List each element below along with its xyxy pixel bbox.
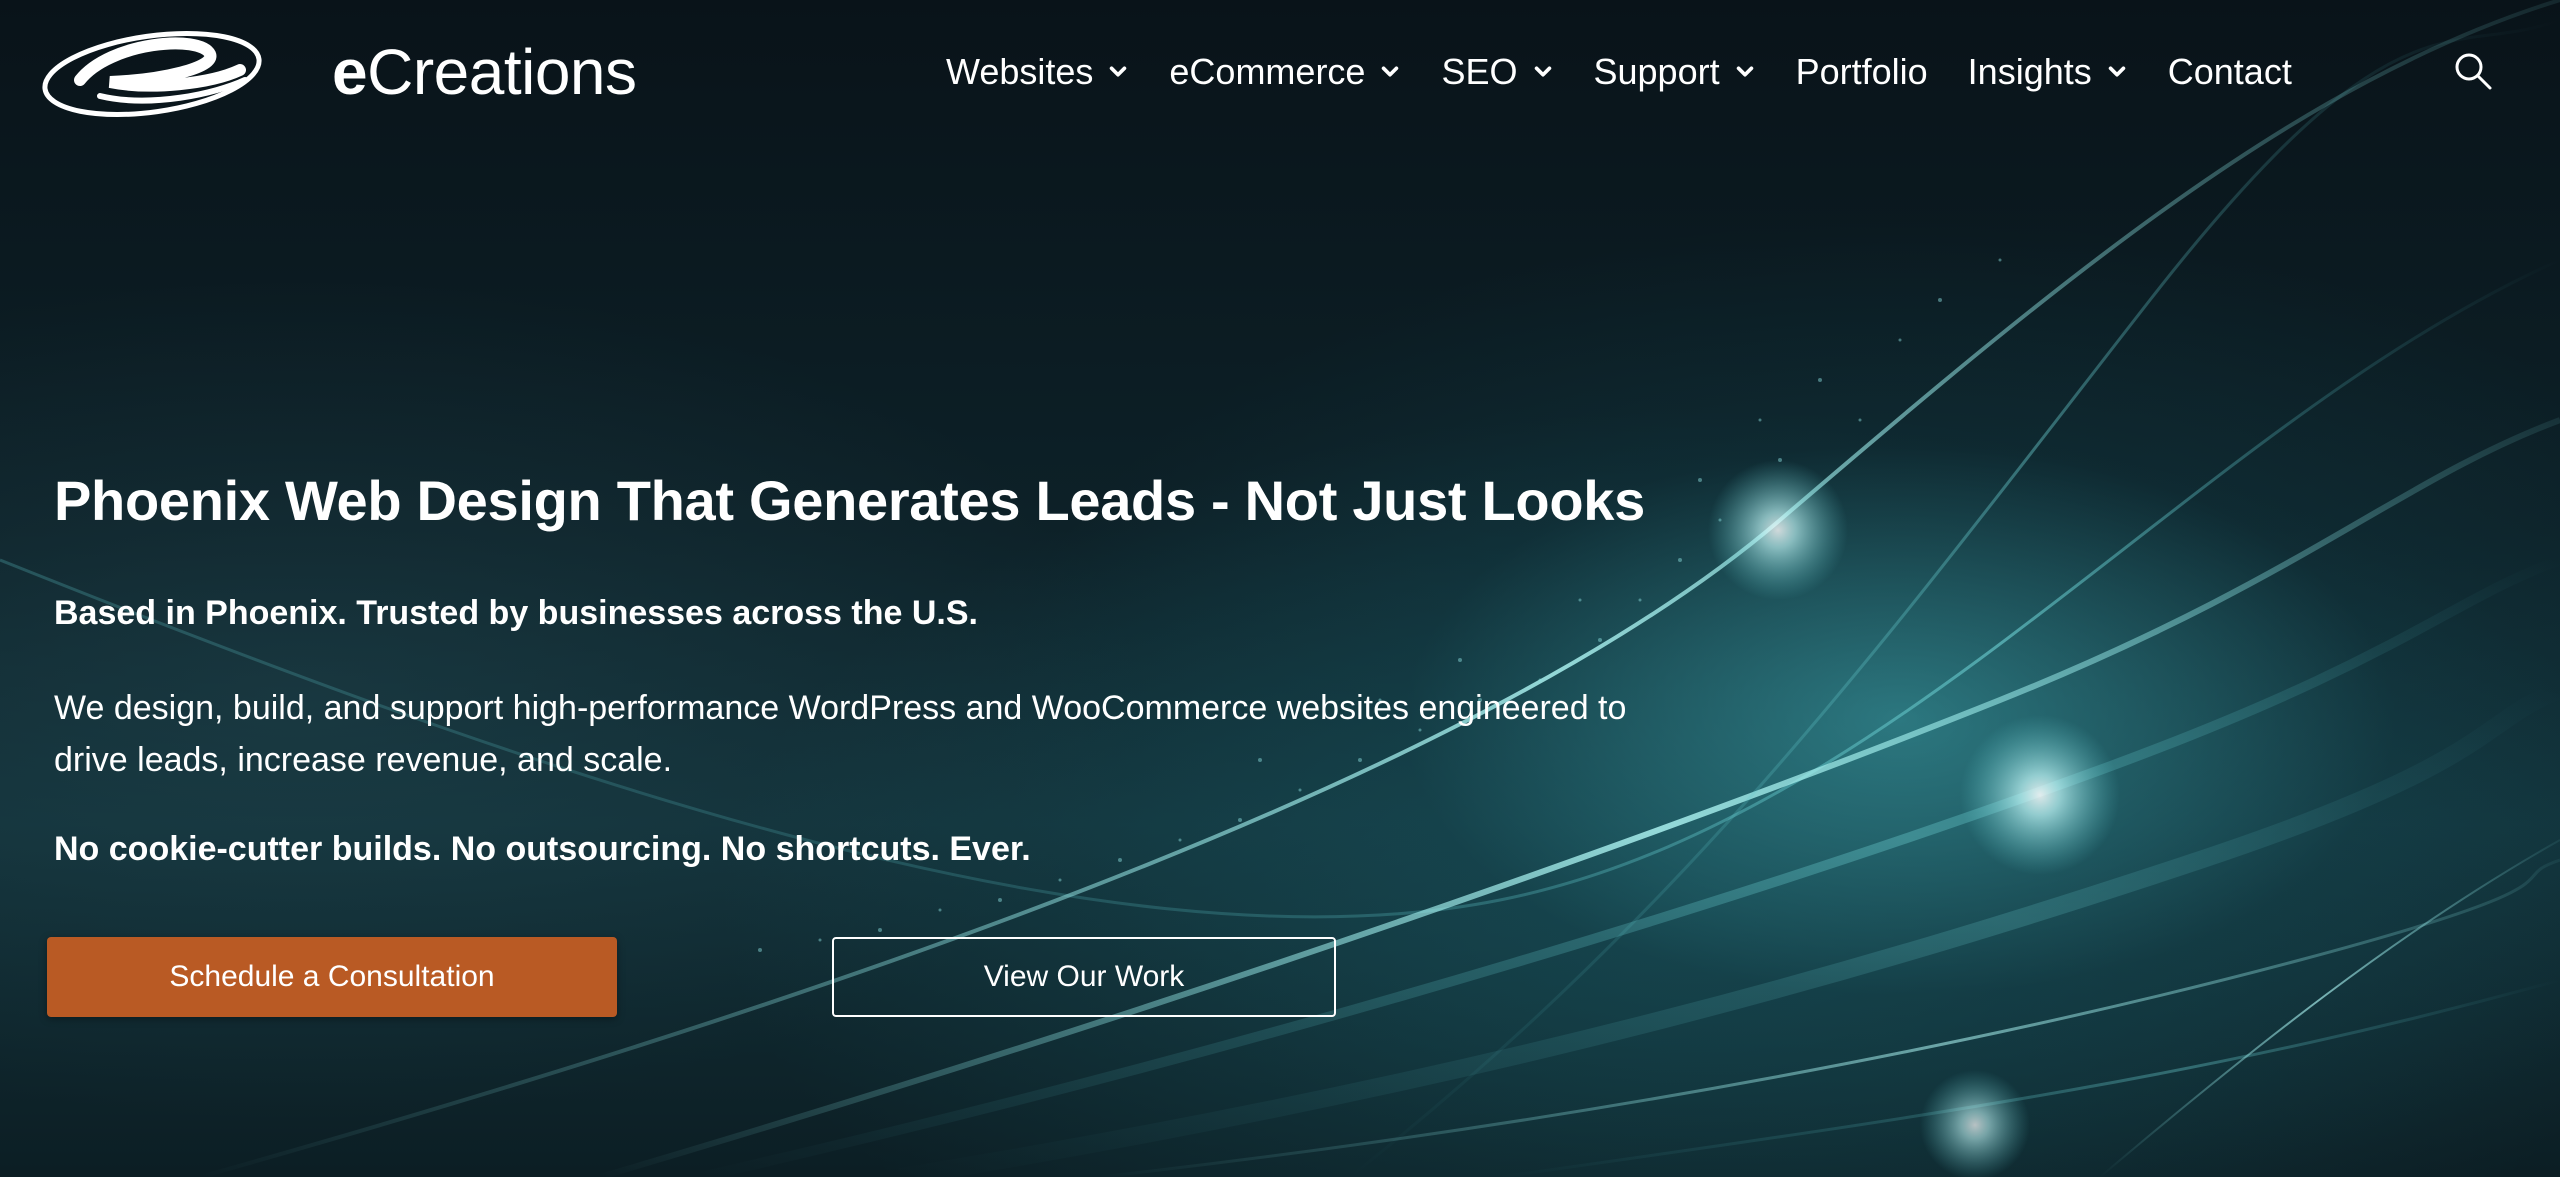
page: eCreations Websites eCommerce SEO Suppor…: [0, 0, 2560, 1177]
nav-item-label: Insights: [1967, 51, 2092, 92]
nav-item-label: Support: [1593, 51, 1720, 92]
nav-item-label: Contact: [2167, 51, 2292, 92]
nav-item-ecommerce[interactable]: eCommerce: [1169, 51, 1401, 93]
hero-title: Phoenix Web Design That Generates Leads …: [54, 469, 1645, 532]
hero-description-line: We design, build, and support high-perfo…: [54, 689, 1627, 727]
chevron-down-icon: [1534, 66, 1551, 77]
schedule-consultation-button[interactable]: Schedule a Consultation: [47, 937, 617, 1017]
nav-item-label: Portfolio: [1795, 51, 1928, 92]
logo-wordmark: eCreations: [332, 36, 637, 108]
ecreations-logo-icon: [42, 30, 262, 118]
chevron-down-icon: [1382, 66, 1399, 77]
nav-item-label: SEO: [1441, 51, 1518, 92]
hero-subtitle: Based in Phoenix. Trusted by businesses …: [54, 594, 978, 632]
chevron-down-icon: [1110, 66, 1127, 77]
nav-item-label: Websites: [946, 51, 1094, 92]
main-nav: Websites eCommerce SEO Support Portfolio…: [946, 44, 2332, 100]
nav-item-contact[interactable]: Contact: [2168, 51, 2292, 93]
search-button[interactable]: [2452, 50, 2494, 92]
chevron-down-icon: [1736, 66, 1753, 77]
hero-description: We design, build, and support high-perfo…: [54, 682, 1754, 786]
site-header: eCreations Websites eCommerce SEO Suppor…: [0, 0, 2560, 140]
nav-item-seo[interactable]: SEO: [1441, 51, 1553, 93]
nav-item-websites[interactable]: Websites: [946, 51, 1129, 93]
nav-item-insights[interactable]: Insights: [1968, 51, 2128, 93]
nav-item-support[interactable]: Support: [1594, 51, 1756, 93]
nav-item-portfolio[interactable]: Portfolio: [1796, 51, 1928, 93]
logo[interactable]: eCreations: [40, 22, 637, 122]
nav-item-label: eCommerce: [1169, 51, 1366, 92]
chevron-down-icon: [2108, 66, 2125, 77]
hero-description-line: drive leads, increase revenue, and scale…: [54, 741, 673, 779]
view-our-work-button[interactable]: View Our Work: [832, 937, 1336, 1017]
search-icon: [2455, 53, 2492, 90]
hero-tagline: No cookie-cutter builds. No outsourcing.…: [54, 830, 1031, 868]
